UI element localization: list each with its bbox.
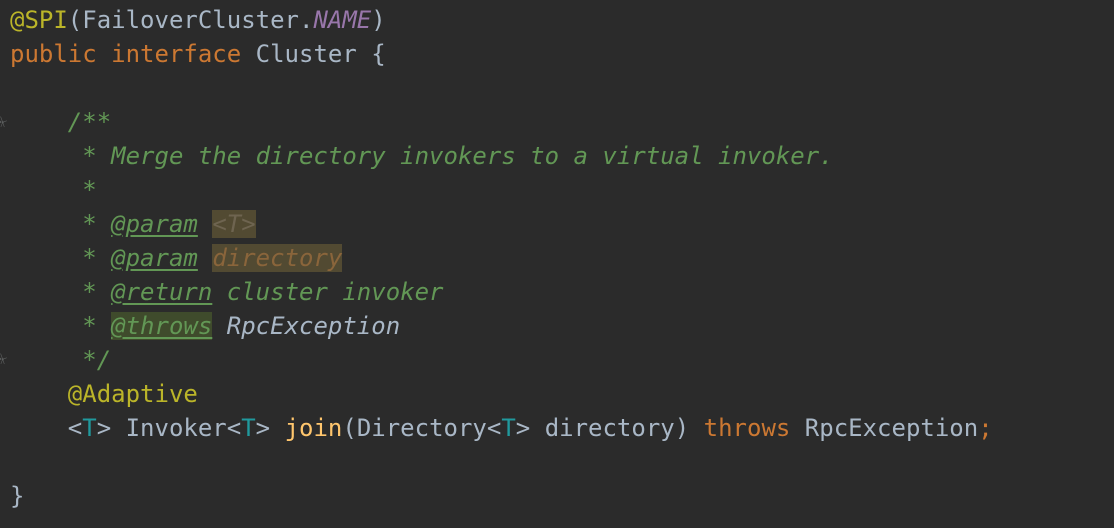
keyword-interface: interface (111, 40, 242, 68)
code-line[interactable]: <T> Invoker<T> join(Directory<T> directo… (10, 411, 993, 445)
doc-tag-throws: @throws (111, 312, 213, 340)
angle-close: > (96, 414, 112, 442)
doc-throws-exception: RpcException (226, 312, 401, 340)
angle-open: < (67, 414, 83, 442)
doc-comment-text: * Merge the directory invokers to a virt… (67, 142, 834, 170)
param-type: Directory (356, 414, 487, 442)
code-line[interactable]: } (10, 479, 24, 513)
close-brace: } (10, 482, 25, 510)
constant-ref: NAME (313, 6, 372, 34)
doc-tag-param: @param (111, 210, 198, 238)
doc-comment-prefix: * (67, 244, 112, 272)
paren: ( (67, 6, 83, 34)
doc-tag-return: @return (111, 278, 213, 306)
doc-comment-text: * (67, 176, 97, 204)
doc-comment-prefix: * (67, 210, 112, 238)
code-line[interactable]: * Merge the directory invokers to a virt… (10, 139, 834, 173)
annotation-adaptive: @Adaptive (67, 380, 198, 408)
class-ref: FailoverCluster. (82, 6, 314, 34)
type-parameter: T (82, 414, 97, 442)
angle-open: < (486, 414, 502, 442)
doc-tag-param: @param (111, 244, 198, 272)
keyword-public: public (10, 40, 97, 68)
code-line[interactable]: * @throws RpcException (10, 309, 400, 343)
annotation-spi: @SPI (10, 6, 68, 34)
angle-open: < (226, 414, 242, 442)
doc-comment-prefix: * (67, 278, 112, 306)
angle-close: > (515, 414, 531, 442)
code-line[interactable]: public interface Cluster { (10, 37, 386, 71)
doc-param-name: directory (212, 244, 343, 272)
param-name: directory (544, 414, 675, 442)
code-line[interactable]: * @return cluster invoker (10, 275, 444, 309)
code-line[interactable]: @SPI(FailoverCluster.NAME) (10, 3, 386, 37)
type-parameter: T (241, 414, 256, 442)
doc-comment-prefix: * (67, 312, 112, 340)
keyword-throws: throws (703, 414, 791, 442)
fold-marker-icon[interactable]: ⏧ (0, 116, 8, 128)
method-name: join (284, 414, 343, 442)
code-line[interactable]: * @param directory (10, 241, 343, 275)
code-line[interactable]: @Adaptive (10, 377, 198, 411)
semicolon: ; (978, 414, 993, 442)
fold-marker-icon[interactable]: ⏧ (0, 353, 8, 365)
interface-name: Cluster (255, 40, 357, 68)
paren: ) (674, 414, 690, 442)
open-brace: { (371, 40, 386, 68)
code-line[interactable]: * (10, 173, 97, 207)
paren: ( (342, 414, 357, 442)
doc-comment-open: /** (67, 108, 112, 136)
paren: ) (371, 6, 386, 34)
code-line[interactable]: /** (10, 105, 111, 139)
exception-type: RpcException (804, 414, 979, 442)
doc-param-type: <T> (212, 210, 256, 238)
doc-return-text: cluster invoker (226, 278, 444, 306)
code-line[interactable]: * @param <T> (10, 207, 256, 241)
code-editor[interactable]: ⏧ ⏧ @SPI(FailoverCluster.NAME) public in… (0, 0, 1114, 528)
return-type: Invoker (125, 414, 227, 442)
type-parameter: T (501, 414, 516, 442)
doc-comment-close: */ (67, 346, 112, 374)
code-line[interactable]: */ (10, 343, 111, 377)
angle-close: > (255, 414, 271, 442)
